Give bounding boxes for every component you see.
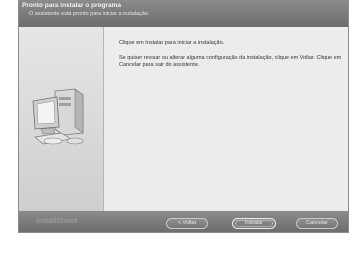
focus-ring (235, 220, 273, 227)
installer-window: Pronto para instalar o programa O assist… (18, 0, 349, 233)
computer-icon (32, 88, 84, 145)
page-subtitle: O assistente está pronto para iniciar a … (29, 11, 150, 17)
brand-label: InstallShield (36, 218, 78, 225)
cancel-button[interactable]: Cancelar (296, 218, 338, 229)
install-instruction: Clique em Instalar para iniciar a instal… (119, 40, 225, 46)
back-button[interactable]: < Voltar (166, 218, 208, 229)
install-button[interactable]: Instalar (232, 218, 276, 229)
left-pane (19, 27, 103, 211)
review-instruction: Se quiser revisar ou alterar alguma conf… (119, 55, 342, 69)
content-pane: Clique em Instalar para iniciar a instal… (103, 27, 348, 211)
wizard-footer: InstallShield < Voltar Instalar Cancelar (19, 211, 348, 232)
page-title: Pronto para instalar o programa (22, 2, 121, 9)
wizard-header: Pronto para instalar o programa O assist… (19, 1, 348, 27)
